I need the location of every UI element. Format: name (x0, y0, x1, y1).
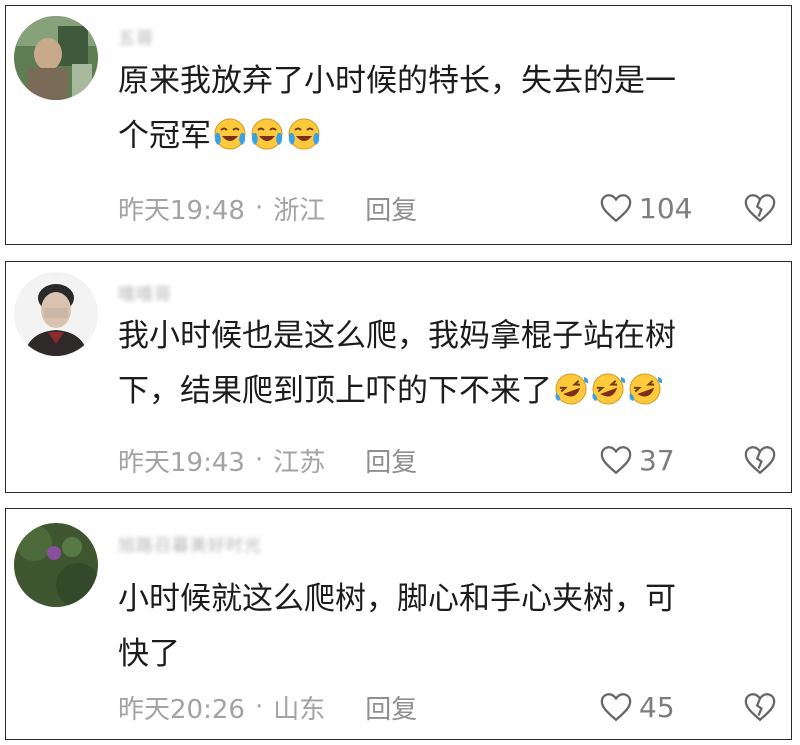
comment-time: 昨天20:26 (118, 694, 245, 725)
separator: · (254, 692, 264, 722)
avatar[interactable] (14, 16, 98, 100)
reply-button[interactable]: 回复 (365, 190, 417, 227)
crying-laugh-emoji (214, 118, 246, 150)
reply-button[interactable]: 回复 (365, 689, 417, 726)
separator: · (254, 445, 264, 475)
like-button[interactable]: 37 (599, 444, 715, 477)
broken-heart-icon (744, 446, 776, 475)
crying-laugh-emoji (251, 118, 283, 150)
comment-time: 昨天19:48 (118, 195, 245, 226)
comment-line: 个冠军 (118, 109, 768, 164)
like-button[interactable]: 45 (599, 691, 715, 724)
dislike-button[interactable] (743, 192, 777, 224)
comment-line: 快了 (118, 636, 180, 672)
broken-heart-icon (744, 693, 776, 722)
comment-line: 下，结果爬到顶上吓的下不来了 (118, 364, 768, 419)
comment-line: 我小时候也是这么爬，我妈拿棍子站在树 (118, 318, 676, 354)
username[interactable]: 五哥 (118, 26, 154, 49)
comment-text: 小时候就这么爬树，脚心和手心夹树，可 快了 (118, 572, 768, 682)
dislike-button[interactable] (743, 444, 777, 476)
comment-line: 原来我放弃了小时候的特长，失去的是一 (118, 63, 676, 99)
avatar[interactable] (14, 272, 98, 356)
comment-card: 旭路召暮美好时光 小时候就这么爬树，脚心和手心夹树，可 快了 昨天20:26 ·… (5, 508, 792, 740)
comment-meta: 昨天19:43 · 江苏 回复 37 (118, 440, 777, 480)
dislike-button[interactable] (743, 691, 777, 723)
comment-meta: 昨天20:26 · 山东 回复 45 (118, 687, 777, 727)
rofl-emoji (592, 373, 626, 405)
comment-text: 我小时候也是这么爬，我妈拿棍子站在树 下，结果爬到顶上吓的下不来了 (118, 309, 768, 419)
like-count: 104 (639, 191, 693, 225)
reply-button[interactable]: 回复 (365, 442, 417, 479)
comment-meta: 昨天19:48 · 浙江 回复 104 (118, 188, 777, 228)
username[interactable]: 旭路召暮美好时光 (118, 533, 262, 556)
comment-location: 浙江 (273, 195, 326, 226)
like-count: 45 (639, 690, 675, 724)
comment-location: 江苏 (273, 447, 326, 478)
comment-time: 昨天19:43 (118, 447, 245, 478)
crying-laugh-emoji (288, 118, 320, 150)
heart-outline-icon (600, 446, 632, 475)
separator: · (254, 193, 264, 223)
rofl-emoji (629, 373, 663, 405)
comment-line: 小时候就这么爬树，脚心和手心夹树，可 (118, 581, 676, 617)
like-count: 37 (639, 443, 675, 477)
avatar[interactable] (14, 523, 98, 607)
rofl-emoji (555, 373, 589, 405)
heart-outline-icon (600, 194, 632, 223)
broken-heart-icon (744, 194, 776, 223)
username[interactable]: 嘻嘻哥 (118, 282, 172, 305)
heart-outline-icon (600, 693, 632, 722)
comment-card: 五哥 原来我放弃了小时候的特长，失去的是一 个冠军 昨天19:48 · 浙江 回… (5, 5, 792, 245)
comment-text: 原来我放弃了小时候的特长，失去的是一 个冠军 (118, 54, 768, 164)
like-button[interactable]: 104 (599, 192, 715, 225)
comment-location: 山东 (273, 694, 326, 725)
comment-card: 嘻嘻哥 我小时候也是这么爬，我妈拿棍子站在树 下，结果爬到顶上吓的下不来了 昨天… (5, 261, 792, 493)
